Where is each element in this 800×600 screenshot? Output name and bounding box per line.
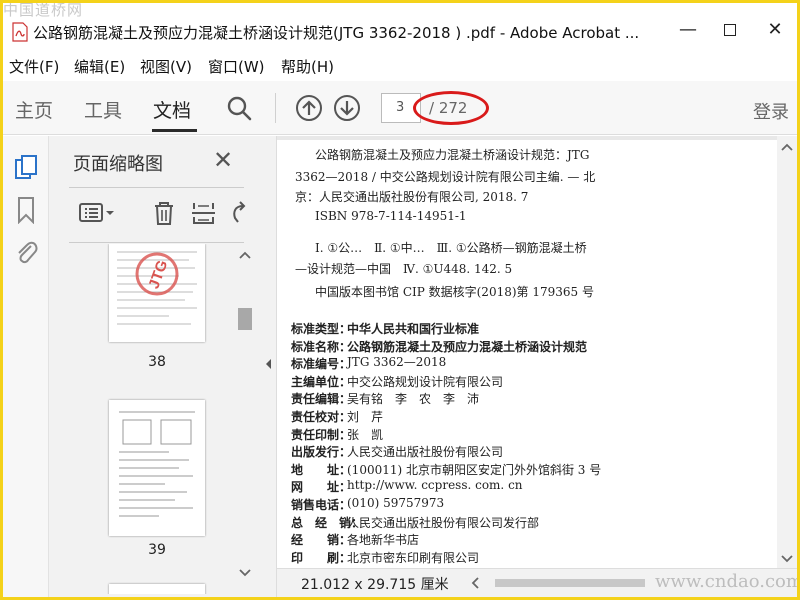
info-value: 各地新华书店 [347,533,420,548]
red-annotation-ellipse [413,91,489,125]
info-label: 地 址： [291,462,352,477]
main-toolbar: 主页 工具 文档 3 / 272 登录 [3,81,797,135]
window-title: 公路钢筋混凝土及预应力混凝土桥涵设计规范(JTG 3362-2018 ) .pd… [33,24,640,42]
thumbnail-panel: 页面缩略图 ✕ JTG 38 39 [49,136,261,597]
cip-line: 3362—2018 / 中交公路规划设计院有限公司主编. — 北 [295,170,596,184]
cip-line: 京：人民交通出版社股份有限公司, 2018. 7 [295,190,529,204]
info-value: 北京市密东印刷有限公司 [347,550,480,565]
collapse-panel-button[interactable] [261,136,277,597]
cip-line: 中国版本图书馆 CIP 数据核字(2018)第 179365 号 [315,285,594,299]
login-button[interactable]: 登录 [753,98,789,124]
info-label: 标准编号： [291,357,352,372]
thumbnail-page-39[interactable] [109,400,205,536]
page-size-readout: 21.012 x 29.715 厘米 [301,577,449,593]
tab-tools[interactable]: 工具 [84,96,122,123]
tab-home[interactable]: 主页 [15,96,53,123]
info-label: 责任印制： [291,427,352,442]
info-value: 公路钢筋混凝土及预应力混凝土桥涵设计规范 [347,339,588,354]
extract-pages-icon[interactable] [189,198,219,228]
cip-line: —设计规范—中国 Ⅳ. ①U448. 142. 5 [295,262,513,276]
info-value: 刘 芹 [347,410,384,424]
cip-line: 公路钢筋混凝土及预应力混凝土桥涵设计规范：JTG [315,148,590,162]
info-value: 中交公路规划设计院有限公司 [347,374,504,389]
thumbnail-scrollbar[interactable] [235,244,255,594]
tab-document[interactable]: 文档 [153,96,191,123]
info-label: 标准类型： [291,322,352,336]
pdf-page: 公路钢筋混凝土及预应力混凝土桥涵设计规范：JTG 3362—2018 / 中交公… [277,140,777,570]
watermark-top: 中国道桥网 [3,3,84,19]
menu-edit[interactable]: 编辑(E) [74,56,125,77]
info-value: 张 凯 [347,427,384,442]
close-panel-button[interactable]: ✕ [213,148,233,172]
pdf-file-icon [12,22,28,42]
page-38-preview: JTG [117,251,197,325]
menu-bar: 文件(F) 编辑(E) 视图(V) 窗口(W) 帮助(H) [3,53,797,79]
toolbar-separator [275,93,276,123]
page-thumbnails-icon[interactable] [14,154,38,182]
info-value: JTG 3362—2018 [347,355,447,370]
info-value: (100011) 北京市朝阳区安定门外外馆斜街 3 号 [347,462,602,477]
thumbnail-options-icon[interactable] [77,198,117,228]
delete-pages-icon[interactable] [149,198,179,228]
info-label: 出版发行： [291,445,352,460]
thumbnail-label: 39 [148,542,166,558]
info-value: 中华人民共和国行业标准 [347,322,480,336]
info-value: 吴有铭 李 农 李 沛 [347,392,480,407]
next-page-icon[interactable] [333,94,361,122]
navigation-rail [3,136,49,597]
thumbnail-label: 38 [148,354,166,370]
panel-divider [69,242,244,243]
bookmarks-icon[interactable] [14,196,38,224]
active-tab-indicator [152,129,197,132]
info-label: 责任校对： [291,410,352,424]
info-value: http://www. ccpress. com. cn [347,478,523,493]
menu-file[interactable]: 文件(F) [9,56,59,77]
cip-line: Ⅰ. ①公… Ⅱ. ①中… Ⅲ. ①公路桥—钢筋混凝土桥 [315,241,587,255]
previous-page-icon[interactable] [295,94,323,122]
rotate-page-icon[interactable] [229,198,249,228]
menu-help[interactable]: 帮助(H) [281,56,334,77]
thumbnail-page-40[interactable] [109,584,205,594]
watermark-bottom: www.cndao.com [655,571,797,592]
info-label: 网 址： [291,480,352,495]
minimize-button[interactable]: — [668,15,708,45]
document-view: 公路钢筋混凝土及预应力混凝土桥涵设计规范：JTG 3362—2018 / 中交公… [277,136,797,597]
info-label: 经 销： [291,533,352,548]
thumbnail-list: JTG 38 39 [69,244,241,594]
maximize-button[interactable] [710,15,750,45]
jtg-stamp: JTG [145,258,171,291]
menu-view[interactable]: 视图(V) [140,56,192,77]
attachments-icon[interactable] [14,238,38,266]
title-bar: 中国道桥网 公路钢筋混凝土及预应力混凝土桥涵设计规范(JTG 3362-2018… [3,3,797,53]
info-value: 人民交通出版社股份有限公司 [347,445,504,460]
info-label: 印 刷： [291,550,352,565]
cip-line: ISBN 978-7-114-14951-1 [315,209,467,223]
info-label: 销售电话： [291,498,352,512]
panel-title: 页面缩略图 [73,154,163,175]
document-scrollbar[interactable] [777,136,797,597]
page-39-preview [119,411,195,517]
maximize-icon [724,24,736,36]
info-value: (010) 59757973 [347,496,445,510]
acrobat-window: 中国道桥网 公路钢筋混凝土及预应力混凝土桥涵设计规范(JTG 3362-2018… [3,3,797,597]
info-label: 标准名称： [291,339,352,354]
close-window-button[interactable]: ✕ [755,15,795,45]
info-value: 人民交通出版社股份有限公司发行部 [347,515,540,530]
scroll-left-icon[interactable] [469,576,483,590]
panel-divider [69,187,244,188]
menu-window[interactable]: 窗口(W) [208,56,265,77]
horizontal-scrollbar-thumb[interactable] [495,579,645,587]
info-label: 责任编辑： [291,392,352,407]
thumbnail-page-38[interactable]: JTG [109,244,205,342]
info-label: 主编单位： [291,374,352,389]
search-icon[interactable] [225,94,253,122]
